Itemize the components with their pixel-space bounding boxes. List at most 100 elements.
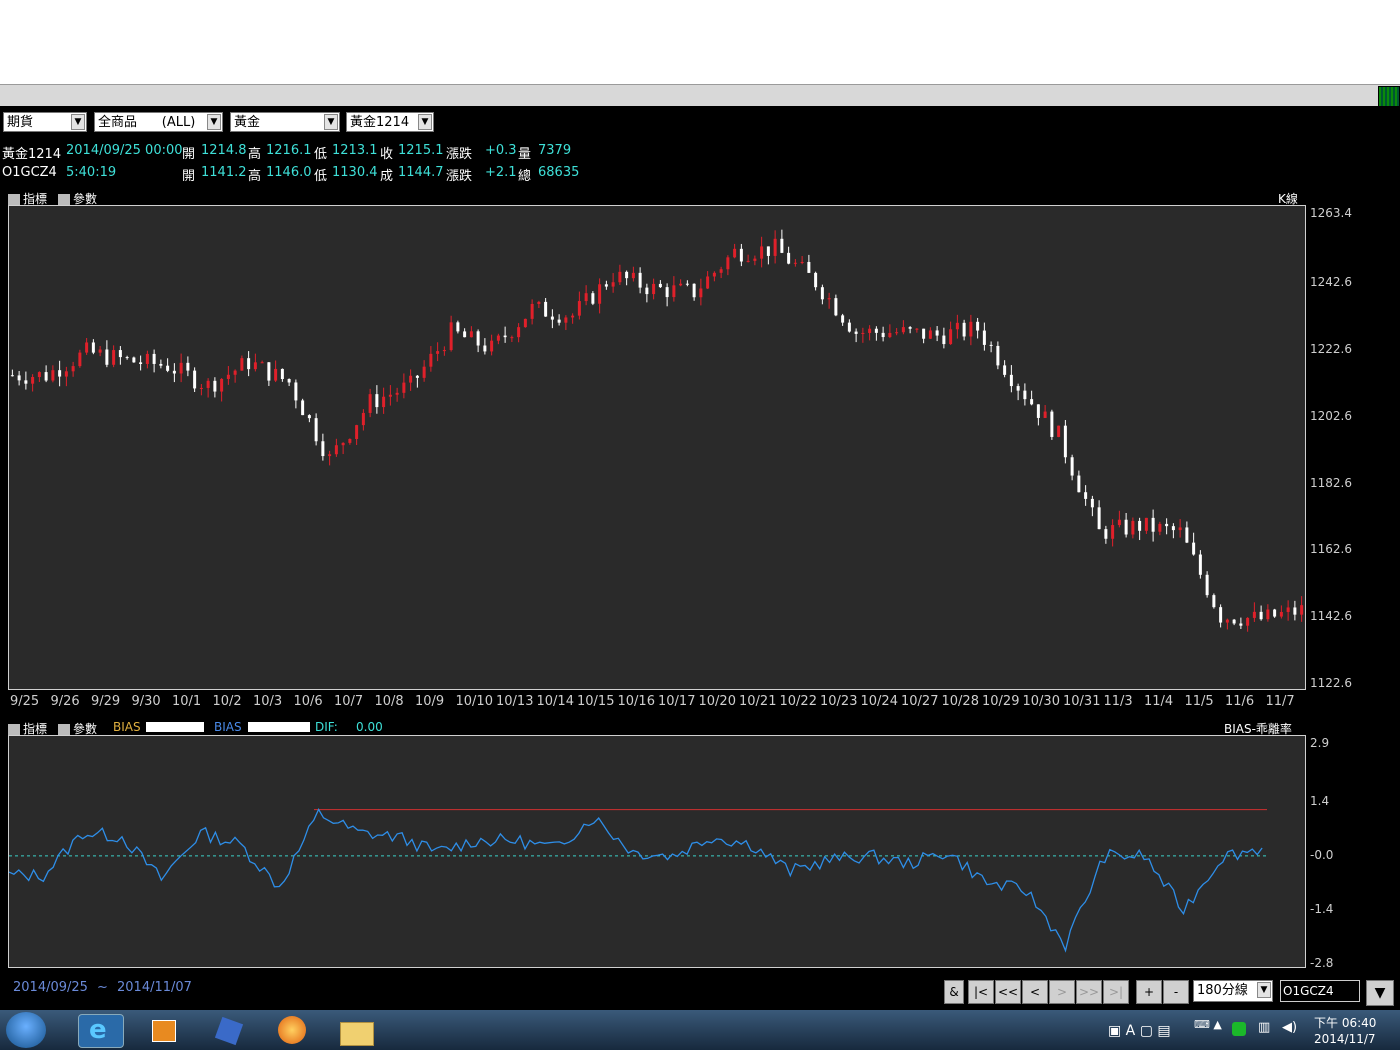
candle-body <box>1232 619 1236 624</box>
tray-line-icon[interactable] <box>1232 1022 1246 1036</box>
dropdown-arrow-button[interactable]: ▼ <box>1366 980 1394 1006</box>
zoom-in-button[interactable]: + <box>1136 980 1162 1004</box>
quote2-low: 1130.4 <box>332 165 378 180</box>
candle-body <box>382 396 386 408</box>
candle-body <box>1003 365 1007 375</box>
nav-last-button[interactable]: >| <box>1103 980 1129 1004</box>
candle-body <box>139 362 143 364</box>
quote1-low-label: 低 <box>314 147 328 162</box>
candle-body <box>388 394 392 397</box>
candle-body <box>1016 386 1020 391</box>
candle-body <box>1225 619 1229 623</box>
price-x-tick: 10/15 <box>577 694 615 709</box>
candle-body <box>1117 519 1121 526</box>
grid-icon[interactable] <box>1378 86 1400 108</box>
app-orange-icon[interactable] <box>270 1014 314 1046</box>
quote1-low: 1213.1 <box>332 143 378 158</box>
quote1-close-label: 收 <box>380 147 394 162</box>
chevron-down-icon[interactable]: ▼ <box>207 114 221 130</box>
tray-keyboard-icon[interactable]: ⌨ ▲ <box>1194 1018 1222 1031</box>
symbol-input[interactable]: O1GCZ4 <box>1280 980 1360 1002</box>
commodity-select[interactable]: 黃金 ▼ <box>230 112 340 132</box>
candle-body <box>510 337 514 339</box>
candle-body <box>746 260 750 262</box>
candle-body <box>152 353 156 364</box>
price-x-tick: 11/4 <box>1144 694 1174 709</box>
ie-browser-icon[interactable]: e <box>78 1014 124 1048</box>
candle-body <box>793 262 797 264</box>
nav-first-button[interactable]: |< <box>968 980 994 1004</box>
product-select-value: 全商品 (ALL) <box>98 115 196 130</box>
price-x-tick: 10/29 <box>982 694 1020 709</box>
candle-body <box>1212 595 1216 608</box>
bias-y-tick: 1.4 <box>1310 793 1330 808</box>
period-select[interactable]: 180分線 ▼ <box>1193 980 1273 1002</box>
candle-body <box>91 342 95 353</box>
product-select[interactable]: 全商品 (ALL) ▼ <box>94 112 223 132</box>
chevron-down-icon[interactable]: ▼ <box>71 114 85 130</box>
candle-body <box>233 370 237 375</box>
folder-icon[interactable] <box>334 1014 378 1046</box>
app-icon[interactable] <box>206 1014 250 1046</box>
start-button-icon[interactable] <box>6 1012 46 1048</box>
price-chart-panel[interactable] <box>8 205 1306 690</box>
quote1-symbol: 黃金1214 <box>2 147 62 162</box>
bias-y-tick: 2.9 <box>1310 736 1330 750</box>
quote1-change-label: 漲跌 <box>446 147 473 162</box>
candle-body <box>976 321 980 331</box>
nav-forward-button[interactable]: > <box>1049 980 1075 1004</box>
tray-app-icons[interactable]: ▣ A ▢ ▤ <box>1108 1020 1174 1039</box>
candle-body <box>733 248 737 258</box>
candle-body <box>51 370 55 381</box>
price-x-tick: 9/30 <box>131 694 161 709</box>
tray-network-icon[interactable]: ▥ <box>1258 1020 1270 1035</box>
candle-body <box>1090 498 1094 508</box>
bias-y-tick: -2.8 <box>1310 956 1334 970</box>
candle-body <box>618 271 622 283</box>
nav-amp-button[interactable]: & <box>944 980 964 1004</box>
bias1-label: BIAS <box>113 720 141 734</box>
bias-chart-panel[interactable] <box>8 735 1306 968</box>
quote2-close-label: 成 <box>380 169 394 184</box>
candle-body <box>71 366 75 372</box>
candle-body <box>1030 399 1034 405</box>
candle-body <box>294 382 298 401</box>
price-x-tick: 10/28 <box>941 694 979 709</box>
contract-select[interactable]: 黃金1214 ▼ <box>346 112 434 132</box>
price-x-tick: 10/23 <box>820 694 858 709</box>
candle-body <box>1192 542 1196 555</box>
tray-volume-icon[interactable]: ◀) <box>1282 1020 1297 1035</box>
bias-series-line <box>9 807 1263 953</box>
candle-body <box>1239 623 1243 626</box>
candle-body <box>341 442 345 446</box>
candle-body <box>672 285 676 298</box>
date-range-start: 2014/09/25 <box>13 980 88 995</box>
chevron-down-icon[interactable]: ▼ <box>1257 982 1271 998</box>
price-x-tick: 11/5 <box>1184 694 1214 709</box>
chevron-down-icon[interactable]: ▼ <box>418 114 432 130</box>
candle-body <box>422 366 426 378</box>
candle-body <box>253 362 257 370</box>
candle-body <box>868 328 872 333</box>
candle-body <box>888 332 892 338</box>
chevron-down-icon[interactable]: ▼ <box>324 114 338 130</box>
nav-back-button[interactable]: < <box>1022 980 1048 1004</box>
zoom-out-button[interactable]: - <box>1163 980 1189 1004</box>
candle-body <box>1165 523 1169 527</box>
candle-body <box>854 331 858 334</box>
market-select[interactable]: 期貨 ▼ <box>3 112 87 132</box>
candle-body <box>922 328 926 339</box>
commodity-select-value: 黃金 <box>234 115 261 130</box>
candle-body <box>598 284 602 304</box>
candle-body <box>571 315 575 318</box>
media-player-icon[interactable] <box>142 1014 186 1046</box>
candle-body <box>118 350 122 358</box>
nav-fast-forward-button[interactable]: >> <box>1076 980 1102 1004</box>
nav-fast-back-button[interactable]: << <box>995 980 1021 1004</box>
candle-body <box>112 350 116 365</box>
date-range-sep: ~ <box>97 980 108 995</box>
candle-body <box>193 370 197 389</box>
candle-body <box>247 358 251 370</box>
candle-body <box>85 342 89 353</box>
candle-body <box>895 332 899 334</box>
